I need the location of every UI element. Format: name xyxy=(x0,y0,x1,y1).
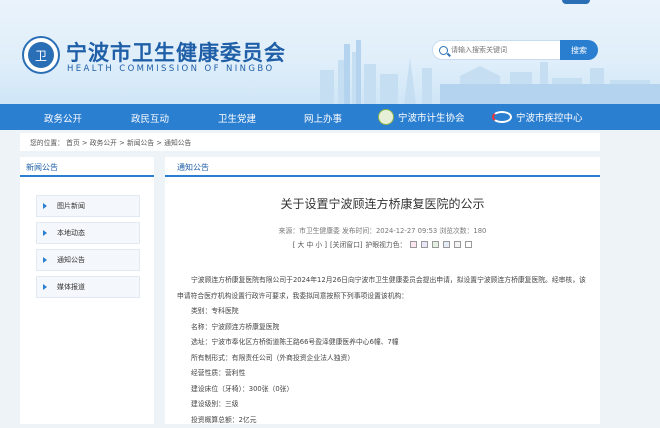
nav-item-gov-affairs[interactable]: 政务公开 xyxy=(44,111,82,125)
eye-color-swatch-green[interactable] xyxy=(432,241,439,248)
field-beds: 建设床位（牙椅）：300张（0张） xyxy=(177,382,592,398)
nav-item-family-planning-label: 宁波市计生协会 xyxy=(398,110,465,124)
sidebar-item-local-news[interactable]: 本地动态 xyxy=(36,222,140,244)
site-title[interactable]: 宁波市卫生健康委员会 xyxy=(66,37,286,67)
field-ownership: 所有制形式：有限责任公司（外商投资企业法人独资） xyxy=(177,351,592,367)
sidebar-heading-label: 新闻公告 xyxy=(26,162,58,173)
site-header: 卫 宁波市卫生健康委员会 HEALTH COMMISSION OF NINGBO… xyxy=(0,0,660,104)
nav-item-interaction[interactable]: 政民互动 xyxy=(131,111,169,125)
eye-color-swatch-pink[interactable] xyxy=(410,241,417,248)
field-category: 类别：专科医院 xyxy=(177,304,592,320)
health-commission-emblem-icon[interactable]: 卫 xyxy=(22,36,60,74)
family-planning-logo-icon xyxy=(378,109,394,125)
article-tools: [ 大 中 小 ] [关闭窗口] 护眼视力色： xyxy=(165,239,600,249)
sidebar-item-label: 通知公告 xyxy=(57,255,85,265)
eye-mode-label: 护眼视力色： xyxy=(366,239,407,249)
search-box[interactable] xyxy=(432,40,562,60)
arrow-right-icon xyxy=(43,284,47,290)
article-paragraph: 宁波顾连方桥康复医院有限公司于2024年12月26日向宁波市卫生健康委员会提出申… xyxy=(177,273,592,304)
nav-item-family-planning[interactable]: 宁波市计生协会 xyxy=(378,109,465,125)
sidebar-item-picture-news[interactable]: 图片新闻 xyxy=(36,195,140,217)
field-location: 选址：宁波市奉化区方桥街道陈王路66号盈泽健康医养中心6幢、7幢 xyxy=(177,335,592,351)
eye-color-swatch-white[interactable] xyxy=(465,241,472,248)
sidebar-heading: 新闻公告 xyxy=(20,157,154,177)
field-business-nature: 经营性质：营利性 xyxy=(177,366,592,382)
sidebar: 新闻公告 图片新闻 本地动态 通知公告 媒体报道 xyxy=(20,157,154,424)
article-panel-heading: 通知公告 xyxy=(165,157,600,177)
sidebar-item-label: 图片新闻 xyxy=(57,201,85,211)
arrow-right-icon xyxy=(43,257,47,263)
arrow-right-icon xyxy=(43,203,47,209)
arrow-right-icon xyxy=(43,230,47,236)
article-panel-heading-label: 通知公告 xyxy=(177,162,209,173)
sidebar-item-media-reports[interactable]: 媒体报道 xyxy=(36,276,140,298)
eye-color-swatch-purple[interactable] xyxy=(421,241,428,248)
search-button[interactable]: 搜索 xyxy=(560,40,598,60)
article-meta: 来源：市卫生健康委 发布时间：2024-12-27 09:53 浏览次数：180 xyxy=(165,225,600,235)
nav-item-online-service[interactable]: 网上办事 xyxy=(304,111,342,125)
field-name: 名称：宁波顾连方桥康复医院 xyxy=(177,320,592,336)
article-title: 关于设置宁波顾连方桥康复医院的公示 xyxy=(165,195,600,212)
sidebar-item-label: 本地动态 xyxy=(57,228,85,238)
nav-item-cdc-label: 宁波市疾控中心 xyxy=(516,110,583,124)
close-window-button[interactable]: [关闭窗口] xyxy=(330,239,363,249)
nav-item-party-building[interactable]: 卫生党建 xyxy=(218,111,256,125)
eye-color-swatch-blue[interactable] xyxy=(443,241,450,248)
article-body: 宁波顾连方桥康复医院有限公司于2024年12月26日向宁波市卫生健康委员会提出申… xyxy=(177,273,592,428)
article-panel: 通知公告 关于设置宁波顾连方桥康复医院的公示 来源：市卫生健康委 发布时间：20… xyxy=(165,157,600,424)
breadcrumb[interactable]: 您的位置： 首页 > 政务公开 > 新闻公告 > 通知公告 xyxy=(20,133,600,151)
main-navigation: 政务公开 政民互动 卫生党建 网上办事 宁波市计生协会 宁波市疾控中心 xyxy=(0,104,660,130)
nav-item-cdc[interactable]: 宁波市疾控中心 xyxy=(492,110,583,124)
eye-color-swatch-gray[interactable] xyxy=(454,241,461,248)
cdc-logo-icon xyxy=(492,111,512,123)
field-level: 建设级别：三级 xyxy=(177,397,592,413)
sidebar-item-notices[interactable]: 通知公告 xyxy=(36,249,140,271)
field-investment: 投资概算总额：2亿元 xyxy=(177,413,592,428)
sidebar-item-label: 媒体报道 xyxy=(57,282,85,292)
sidebar-list: 图片新闻 本地动态 通知公告 媒体报道 xyxy=(20,177,154,298)
search-input[interactable] xyxy=(451,46,551,54)
font-size-switch[interactable]: [ 大 中 小 ] xyxy=(293,239,327,249)
site-subtitle: HEALTH COMMISSION OF NINGBO xyxy=(67,64,275,74)
search-icon xyxy=(439,46,448,55)
top-tab[interactable] xyxy=(562,0,590,4)
